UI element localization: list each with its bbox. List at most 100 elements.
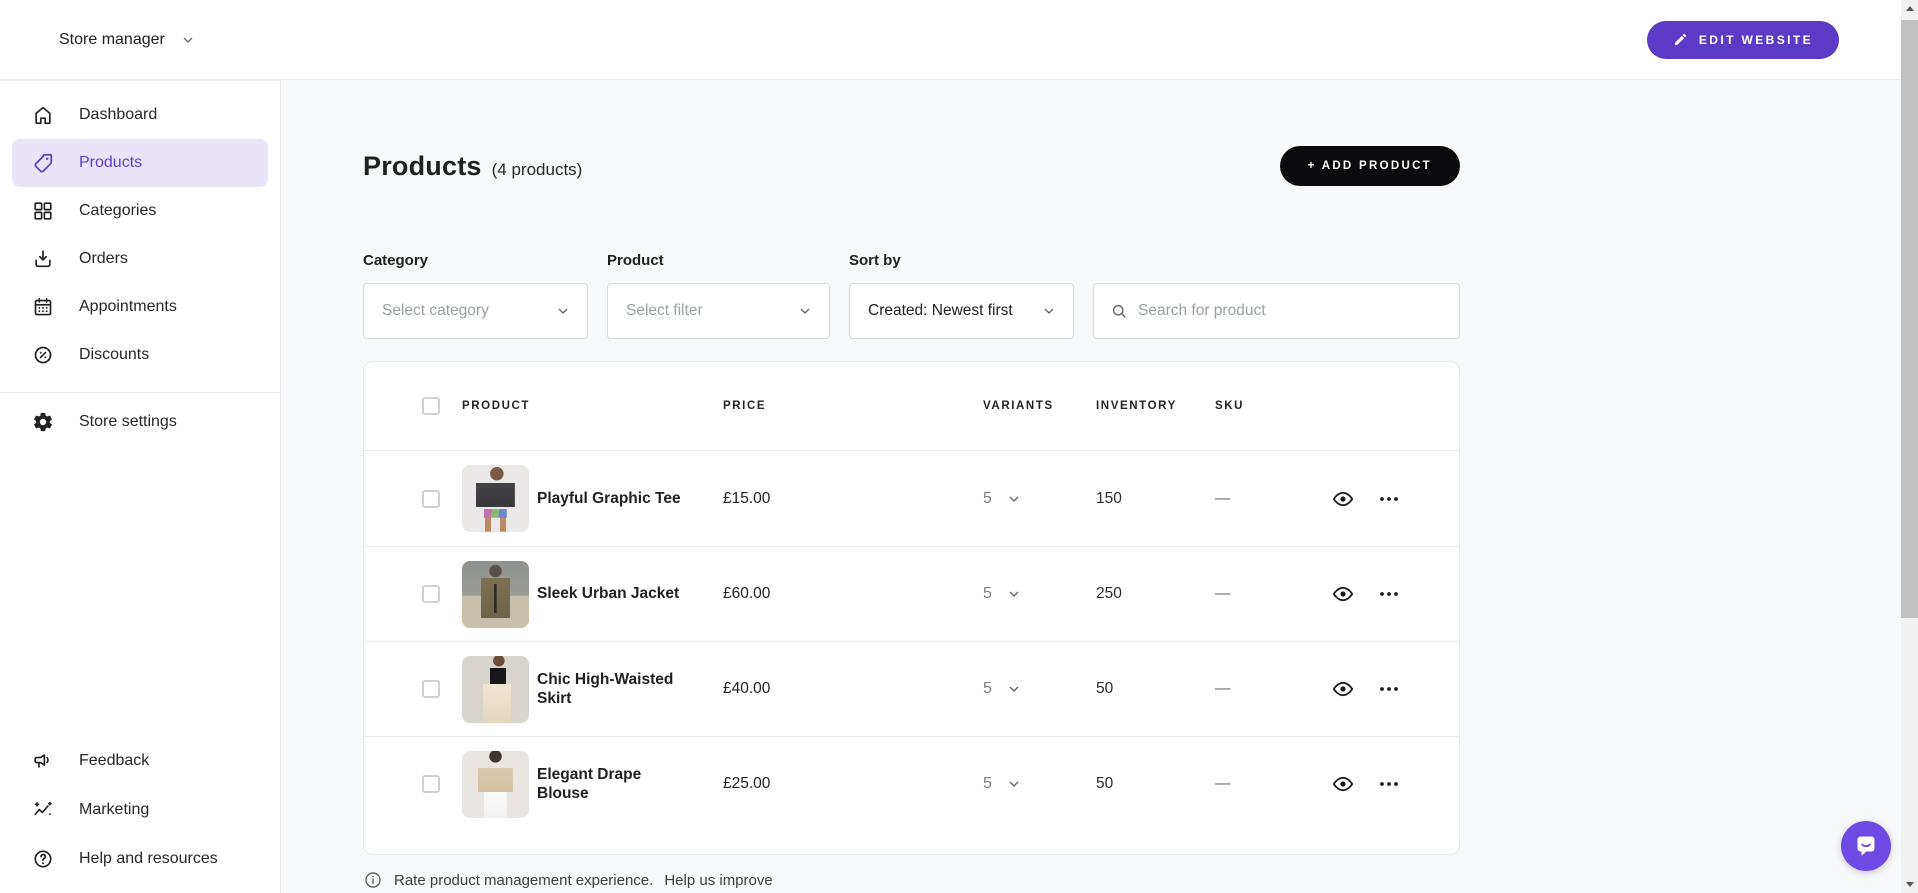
preview-eye-button[interactable] (1331, 487, 1355, 511)
variants-count: 5 (983, 490, 992, 508)
variants-dropdown[interactable]: 5 (983, 775, 1096, 793)
product-search (1093, 283, 1460, 339)
add-product-button[interactable]: + ADD PRODUCT (1280, 146, 1460, 186)
sidebar-item-orders[interactable]: Orders (0, 235, 280, 283)
sidebar-item-help[interactable]: Help and resources (0, 834, 280, 883)
chevron-down-icon (555, 303, 571, 319)
sidebar: Dashboard Products Categories Orders App… (0, 80, 281, 893)
scrollbar-thumb[interactable] (1901, 20, 1918, 618)
sidebar-item-discounts[interactable]: Discounts (0, 331, 280, 379)
sidebar-item-label: Marketing (79, 801, 149, 819)
sidebar-item-label: Products (79, 154, 142, 172)
variants-count: 5 (983, 775, 992, 793)
grid-icon (32, 200, 54, 222)
product-photo-sleek-urban-jacket[interactable] (462, 561, 529, 628)
preview-eye-button[interactable] (1331, 582, 1355, 606)
chevron-down-icon (797, 303, 813, 319)
workspace-label: Store manager (59, 31, 165, 49)
pencil-icon (1673, 32, 1688, 47)
search-input[interactable] (1138, 302, 1445, 320)
product-photo-chic-high-waisted-skirt[interactable] (462, 656, 529, 723)
sidebar-item-label: Appointments (79, 298, 177, 316)
product-filter-label: Product (607, 252, 830, 269)
gear-icon (32, 411, 54, 433)
main-content: Products (4 products) + ADD PRODUCT Cate… (281, 80, 1901, 893)
sidebar-item-products[interactable]: Products (12, 139, 268, 187)
sidebar-item-label: Dashboard (79, 106, 157, 124)
variants-dropdown[interactable]: 5 (983, 490, 1096, 508)
home-icon (32, 104, 54, 126)
product-name[interactable]: Playful Graphic Tee (537, 489, 685, 508)
row-menu-button[interactable] (1377, 772, 1401, 796)
row-checkbox[interactable] (422, 775, 440, 793)
product-name[interactable]: Chic High-Waisted Skirt (537, 670, 685, 709)
category-select-value: Select category (382, 302, 489, 320)
info-circle-icon (363, 870, 383, 890)
row-checkbox[interactable] (422, 680, 440, 698)
row-menu-button[interactable] (1377, 487, 1401, 511)
preview-eye-button[interactable] (1331, 772, 1355, 796)
chevron-down-icon (1006, 776, 1022, 792)
table-row: Playful Graphic Tee £15.00 5 150 — (364, 451, 1459, 546)
tag-icon (32, 152, 54, 174)
select-all-checkbox[interactable] (422, 397, 440, 415)
category-filter-label: Category (363, 252, 588, 269)
sidebar-item-marketing[interactable]: Marketing (0, 785, 280, 834)
discount-badge-icon (32, 344, 54, 366)
table-body: Playful Graphic Tee £15.00 5 150 — Sleek… (364, 451, 1459, 831)
column-header-price: PRICE (723, 400, 983, 412)
column-header-inventory: INVENTORY (1096, 400, 1215, 412)
category-select[interactable]: Select category (363, 283, 588, 339)
table-header-row: PRODUCT PRICE VARIANTS INVENTORY SKU (364, 362, 1459, 451)
product-photo-elegant-drape-blouse[interactable] (462, 751, 529, 818)
preview-eye-button[interactable] (1331, 677, 1355, 701)
edit-website-button[interactable]: EDIT WEBSITE (1647, 21, 1839, 59)
chevron-down-icon (1006, 586, 1022, 602)
row-menu-button[interactable] (1377, 677, 1401, 701)
row-checkbox[interactable] (422, 490, 440, 508)
workspace-switcher[interactable]: Store manager (59, 31, 196, 49)
product-price: £15.00 (723, 490, 983, 508)
variants-dropdown[interactable]: 5 (983, 680, 1096, 698)
rate-experience-link[interactable]: Help us improve (664, 872, 772, 889)
row-checkbox[interactable] (422, 585, 440, 603)
trend-sparkle-icon (32, 799, 54, 821)
column-header-sku: SKU (1215, 400, 1331, 412)
product-name[interactable]: Sleek Urban Jacket (537, 584, 685, 603)
sidebar-item-label: Help and resources (79, 850, 218, 868)
product-inventory: 50 (1096, 775, 1215, 793)
variants-count: 5 (983, 680, 992, 698)
page-title: Products (363, 151, 482, 182)
sidebar-item-dashboard[interactable]: Dashboard (0, 91, 280, 139)
product-filter-value: Select filter (626, 302, 703, 320)
sidebar-divider (0, 392, 280, 393)
row-menu-button[interactable] (1377, 582, 1401, 606)
sidebar-item-label: Discounts (79, 346, 149, 364)
rate-experience-row: Rate product management experience. Help… (363, 870, 1460, 890)
table-row: Sleek Urban Jacket £60.00 5 250 — (364, 546, 1459, 641)
product-filter-select[interactable]: Select filter (607, 283, 830, 339)
sidebar-item-appointments[interactable]: Appointments (0, 283, 280, 331)
chat-launcher-button[interactable] (1841, 821, 1891, 871)
chevron-down-icon (1006, 681, 1022, 697)
sort-select-value: Created: Newest first (868, 302, 1013, 320)
variants-dropdown[interactable]: 5 (983, 585, 1096, 603)
sidebar-item-feedback[interactable]: Feedback (0, 736, 280, 785)
chat-bubble-icon (1853, 833, 1879, 859)
product-photo-playful-graphic-tee[interactable] (462, 465, 529, 532)
product-inventory: 50 (1096, 680, 1215, 698)
product-inventory: 250 (1096, 585, 1215, 603)
sort-select[interactable]: Created: Newest first (849, 283, 1074, 339)
product-inventory: 150 (1096, 490, 1215, 508)
scroll-down-button[interactable] (1901, 876, 1918, 893)
edit-website-label: EDIT WEBSITE (1699, 33, 1813, 47)
top-bar: Store manager EDIT WEBSITE (0, 0, 1901, 80)
chevron-down-icon (1041, 303, 1057, 319)
sidebar-item-store-settings[interactable]: Store settings (0, 398, 280, 446)
sidebar-item-categories[interactable]: Categories (0, 187, 280, 235)
product-name[interactable]: Elegant Drape Blouse (537, 765, 685, 804)
calendar-icon (32, 296, 54, 318)
product-sku: — (1215, 680, 1331, 698)
products-table: PRODUCT PRICE VARIANTS INVENTORY SKU Pla… (363, 361, 1460, 855)
scroll-up-button[interactable] (1901, 0, 1918, 17)
